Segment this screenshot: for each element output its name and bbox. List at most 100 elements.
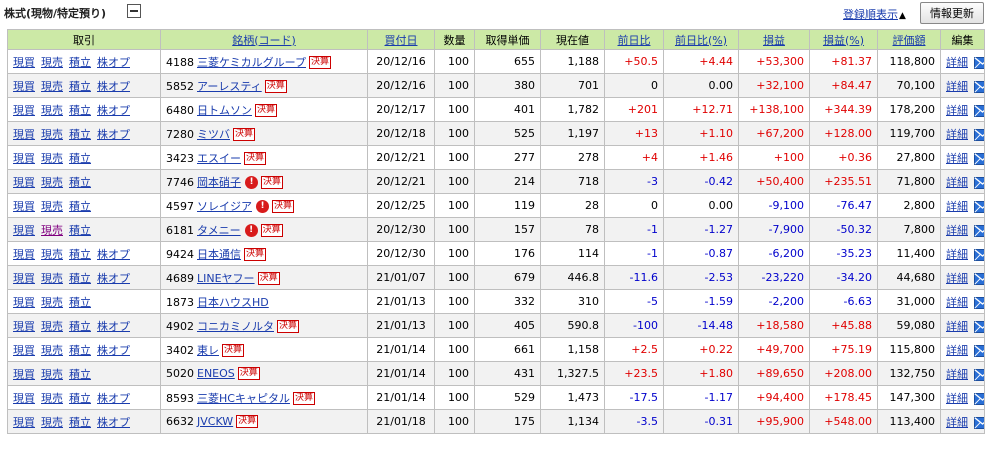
mail-icon[interactable] (974, 296, 984, 309)
earnings-badge[interactable]: 決算 (237, 367, 260, 381)
registration-order-link[interactable]: 登録順表示▲ (843, 6, 906, 22)
mail-icon[interactable] (974, 128, 984, 141)
detail-link[interactable]: 詳細 (946, 224, 968, 237)
sell-link[interactable]: 現売 (41, 104, 63, 117)
sort-by-pl-pct-link[interactable]: 損益(%) (823, 34, 864, 47)
accumulate-link[interactable]: 積立 (69, 176, 91, 189)
earnings-badge[interactable]: 決算 (244, 248, 267, 261)
detail-link[interactable]: 詳細 (946, 128, 968, 141)
accumulate-link[interactable]: 積立 (69, 296, 91, 309)
buy-link[interactable]: 現買 (13, 128, 35, 141)
mail-icon[interactable] (974, 224, 984, 237)
detail-link[interactable]: 詳細 (946, 272, 968, 285)
mail-icon[interactable] (974, 344, 984, 357)
earnings-badge[interactable]: 決算 (292, 392, 315, 405)
accumulate-link[interactable]: 積立 (69, 368, 91, 381)
sell-link[interactable]: 現売 (41, 200, 63, 213)
accumulate-link[interactable]: 積立 (69, 80, 91, 93)
sell-link[interactable]: 現売 (41, 392, 63, 405)
collapse-toggle-icon[interactable] (127, 4, 141, 18)
buy-link[interactable]: 現買 (13, 176, 35, 189)
stock-option-link[interactable]: 株オプ (97, 128, 130, 141)
sort-by-date-link[interactable]: 買付日 (385, 34, 418, 47)
sell-link[interactable]: 現売 (41, 344, 63, 357)
accumulate-link[interactable]: 積立 (69, 416, 91, 429)
stock-name-link[interactable]: ミツバ (197, 128, 230, 141)
buy-link[interactable]: 現買 (13, 56, 35, 69)
stock-name-link[interactable]: 日トムソン (197, 104, 252, 117)
earnings-badge[interactable]: 決算 (255, 104, 278, 117)
buy-link[interactable]: 現買 (13, 272, 35, 285)
accumulate-link[interactable]: 積立 (69, 272, 91, 285)
detail-link[interactable]: 詳細 (946, 56, 968, 69)
sell-link[interactable]: 現売 (41, 128, 63, 141)
detail-link[interactable]: 詳細 (946, 368, 968, 381)
buy-link[interactable]: 現買 (13, 152, 35, 165)
sell-link[interactable]: 現売 (41, 320, 63, 333)
stock-option-link[interactable]: 株オプ (97, 272, 130, 285)
sort-by-pl-link[interactable]: 損益 (763, 34, 785, 47)
earnings-badge[interactable]: 決算 (244, 152, 267, 165)
accumulate-link[interactable]: 積立 (69, 392, 91, 405)
accumulate-link[interactable]: 積立 (69, 200, 91, 213)
mail-icon[interactable] (974, 200, 984, 213)
buy-link[interactable]: 現買 (13, 200, 35, 213)
accumulate-link[interactable]: 積立 (69, 56, 91, 69)
detail-link[interactable]: 詳細 (946, 248, 968, 261)
buy-link[interactable]: 現買 (13, 416, 35, 429)
sell-link[interactable]: 現売 (41, 80, 63, 93)
earnings-badge[interactable]: 決算 (260, 224, 283, 237)
stock-name-link[interactable]: ENEOS (197, 367, 235, 380)
detail-link[interactable]: 詳細 (946, 176, 968, 189)
sort-by-change-pct-link[interactable]: 前日比(%) (675, 34, 727, 47)
sell-link[interactable]: 現売 (41, 248, 63, 261)
stock-option-link[interactable]: 株オプ (97, 104, 130, 117)
accumulate-link[interactable]: 積立 (69, 104, 91, 117)
stock-name-link[interactable]: アーレスティ (197, 80, 262, 93)
stock-option-link[interactable]: 株オプ (97, 392, 130, 405)
stock-option-link[interactable]: 株オプ (97, 320, 130, 333)
sell-link[interactable]: 現売 (41, 296, 63, 309)
mail-icon[interactable] (974, 368, 984, 381)
detail-link[interactable]: 詳細 (946, 416, 968, 429)
mail-icon[interactable] (974, 272, 984, 285)
detail-link[interactable]: 詳細 (946, 344, 968, 357)
stock-name-link[interactable]: 岡本硝子 (197, 176, 241, 189)
sell-link[interactable]: 現売 (41, 416, 63, 429)
earnings-badge[interactable]: 決算 (236, 415, 259, 429)
sell-link[interactable]: 現売 (41, 272, 63, 285)
stock-name-link[interactable]: LINEヤフー (197, 272, 255, 285)
detail-link[interactable]: 詳細 (946, 320, 968, 333)
buy-link[interactable]: 現買 (13, 80, 35, 93)
refresh-info-button[interactable]: 情報更新 (920, 2, 984, 24)
earnings-badge[interactable]: 決算 (272, 200, 295, 213)
stock-option-link[interactable]: 株オプ (97, 344, 130, 357)
buy-link[interactable]: 現買 (13, 392, 35, 405)
mail-icon[interactable] (974, 152, 984, 165)
sell-link[interactable]: 現売 (41, 176, 63, 189)
stock-name-link[interactable]: エスイー (197, 152, 241, 165)
stock-option-link[interactable]: 株オプ (97, 248, 130, 261)
alert-icon[interactable]: ! (256, 200, 269, 213)
mail-icon[interactable] (974, 320, 984, 333)
mail-icon[interactable] (974, 248, 984, 261)
earnings-badge[interactable]: 決算 (309, 56, 332, 69)
stock-name-link[interactable]: ソレイジア (197, 200, 252, 213)
mail-icon[interactable] (974, 416, 984, 429)
earnings-badge[interactable]: 決算 (257, 272, 280, 285)
earnings-badge[interactable]: 決算 (222, 344, 245, 357)
earnings-badge[interactable]: 決算 (277, 320, 300, 333)
mail-icon[interactable] (974, 392, 984, 405)
buy-link[interactable]: 現買 (13, 248, 35, 261)
alert-icon[interactable]: ! (244, 224, 258, 237)
buy-link[interactable]: 現買 (13, 296, 35, 309)
alert-icon[interactable]: ! (245, 176, 258, 189)
sell-link[interactable]: 現売 (41, 56, 63, 69)
buy-link[interactable]: 現買 (13, 320, 35, 333)
stock-name-link[interactable]: 三菱HCキャピタル (197, 392, 290, 405)
stock-name-link[interactable]: 三菱ケミカルグループ (197, 56, 306, 69)
mail-icon[interactable] (974, 56, 984, 69)
mail-icon[interactable] (974, 80, 984, 93)
detail-link[interactable]: 詳細 (946, 152, 968, 165)
detail-link[interactable]: 詳細 (946, 80, 968, 93)
